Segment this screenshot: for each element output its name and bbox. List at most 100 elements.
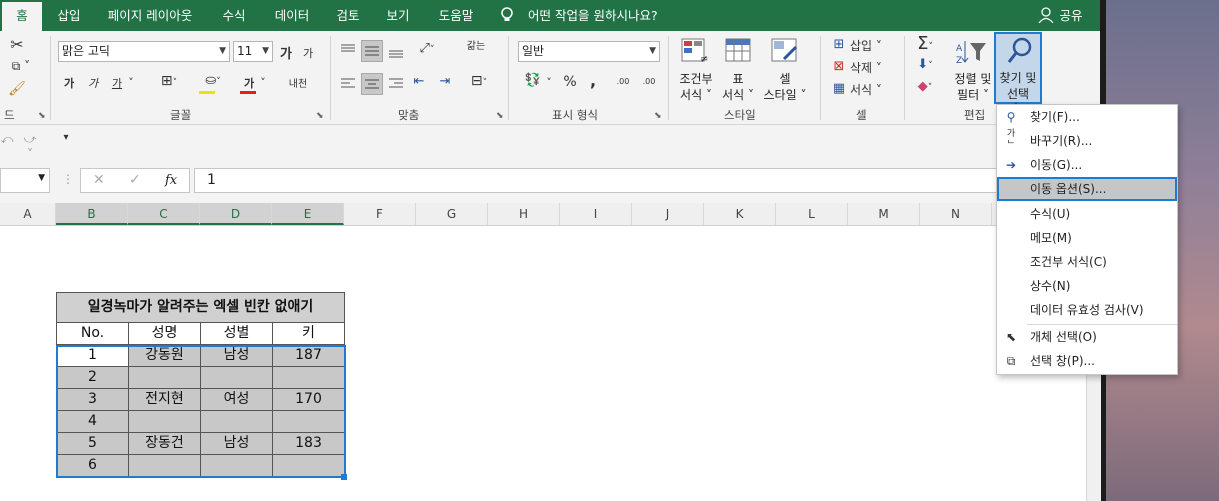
font-size-combo[interactable]: 11 ▼ (233, 41, 273, 62)
find-select-button[interactable]: 찾기 및선택 ˅ (994, 32, 1042, 111)
increase-decimal-button[interactable]: .00 (612, 77, 634, 86)
chevron-down-icon[interactable]: ˅ (258, 76, 268, 89)
increase-indent-icon[interactable]: ⇥ (436, 74, 454, 89)
font-grow-button[interactable]: 가 (278, 43, 294, 62)
tab-home[interactable]: 홈 (2, 2, 42, 31)
cut-icon[interactable]: ✂ (8, 35, 26, 54)
column-header-l[interactable]: L (776, 203, 848, 225)
sort-filter-icon[interactable]: AZ (956, 37, 988, 67)
column-header-i[interactable]: I (560, 203, 632, 225)
clear-icon[interactable]: ◆˅ (912, 79, 938, 94)
decrease-indent-icon[interactable]: ⇤ (410, 74, 428, 89)
table-title[interactable]: 일경녹마가 알려주는 엑셀 빈칸 없애기 (56, 292, 345, 323)
column-header-g[interactable]: G (416, 203, 488, 225)
header-gender[interactable]: 성별 (201, 323, 273, 345)
insert-function-button[interactable]: fx (165, 173, 177, 188)
menu-item-data-validation[interactable]: 데이터 유효성 검사(V) (997, 298, 1177, 322)
column-header-m[interactable]: M (848, 203, 920, 225)
align-bottom-icon[interactable] (388, 43, 404, 59)
number-launcher-icon[interactable]: ⬊ (654, 111, 662, 121)
decrease-decimal-button[interactable]: .00 (638, 77, 660, 86)
menu-item-replace[interactable]: 가ᄂ 바꾸기(R)... (997, 129, 1177, 153)
underline-button[interactable]: 가 (110, 75, 124, 91)
menu-item-goto-special[interactable]: 이동 옵션(S)... (997, 177, 1177, 201)
enter-icon[interactable]: ✓ (129, 172, 141, 188)
wrap-text-button[interactable]: 갊는 (466, 41, 486, 52)
currency-icon[interactable]: 💱 (520, 73, 546, 88)
merge-center-icon[interactable]: ⊟˅ (464, 73, 494, 89)
align-right-icon[interactable] (388, 76, 404, 92)
border-icon[interactable]: ⊞˅ (154, 73, 184, 89)
customize-qat-icon[interactable]: ▾ (60, 132, 72, 143)
delete-cells-button[interactable]: 삭제 ˅ (850, 59, 900, 76)
column-header-n[interactable]: N (920, 203, 992, 225)
comma-button[interactable]: , (588, 71, 598, 90)
format-as-table-label[interactable]: 표 서식 ˅ (718, 71, 758, 103)
menu-item-selection-pane[interactable]: ⧉ 선택 창(P)... (997, 349, 1177, 373)
clipboard-launcher-icon[interactable]: ⬊ (38, 111, 46, 121)
formula-input[interactable]: 1 (194, 168, 1094, 193)
tab-help[interactable]: 도움말 (430, 0, 482, 31)
orientation-icon[interactable]: ⤢˅ (412, 41, 442, 56)
fill-icon[interactable]: ⬇˅ (912, 57, 938, 72)
column-header-b[interactable]: B (56, 203, 128, 225)
percent-button[interactable]: % (562, 74, 578, 90)
fill-color-icon[interactable]: ⛀˅ (198, 73, 228, 88)
column-header-c[interactable]: C (128, 203, 200, 225)
header-no[interactable]: No. (56, 323, 129, 345)
tab-view[interactable]: 보기 (380, 0, 416, 31)
redo-icon[interactable]: ⤻ ˅ (20, 132, 40, 161)
menu-item-formulas[interactable]: 수식(U) (997, 202, 1177, 226)
cell-styles-label[interactable]: 셀 스타일 ˅ (760, 71, 810, 103)
format-painter-icon[interactable]: 🖌 (8, 81, 26, 97)
italic-button[interactable]: 가 (86, 75, 100, 91)
number-format-combo[interactable]: 일반 ▼ (518, 41, 660, 62)
column-header-e[interactable]: E (272, 203, 344, 225)
column-header-j[interactable]: J (632, 203, 704, 225)
align-center-icon[interactable] (361, 73, 383, 95)
align-middle-icon[interactable] (361, 40, 383, 62)
conditional-format-label[interactable]: 조건부 서식 ˅ (676, 71, 716, 103)
column-header-d[interactable]: D (200, 203, 272, 225)
tab-insert[interactable]: 삽입 (52, 0, 86, 31)
format-as-table-icon[interactable] (724, 37, 754, 65)
format-cells-icon[interactable]: ▦ (830, 81, 848, 96)
share-button[interactable]: 공유 (1056, 0, 1086, 31)
format-cells-button[interactable]: 서식 ˅ (850, 81, 900, 98)
delete-cells-icon[interactable]: ⊠ (830, 59, 848, 74)
menu-item-conditional-formatting[interactable]: 조건부 서식(C) (997, 250, 1177, 274)
font-color-button[interactable]: 가 (240, 75, 258, 91)
copy-icon[interactable]: ⧉ ˅ (6, 59, 36, 74)
align-launcher-icon[interactable]: ⬊ (496, 111, 504, 121)
menu-item-select-objects[interactable]: ⬉ 개체 선택(O) (997, 325, 1177, 349)
cancel-icon[interactable]: ✕ (93, 172, 105, 188)
menu-item-comments[interactable]: 메모(M) (997, 226, 1177, 250)
chevron-down-icon[interactable]: ˅ (126, 76, 136, 89)
chevron-down-icon[interactable]: ˅ (544, 76, 554, 89)
tab-page-layout[interactable]: 페이지 레이아웃 (100, 0, 200, 31)
header-name[interactable]: 성명 (129, 323, 201, 345)
column-header-k[interactable]: K (704, 203, 776, 225)
font-launcher-icon[interactable]: ⬊ (316, 111, 324, 121)
font-name-combo[interactable]: 맑은 고딕 ▼ (58, 41, 230, 62)
column-header-f[interactable]: F (344, 203, 416, 225)
header-height[interactable]: 키 (273, 323, 345, 345)
align-left-icon[interactable] (340, 76, 356, 92)
align-top-icon[interactable] (340, 43, 356, 59)
menu-item-constants[interactable]: 상수(N) (997, 274, 1177, 298)
font-shrink-button[interactable]: 가 (300, 45, 316, 61)
fill-handle[interactable] (341, 474, 347, 480)
insert-cells-button[interactable]: 삽입 ˅ (850, 37, 900, 54)
column-header-h[interactable]: H (488, 203, 560, 225)
name-box[interactable]: ▼ (0, 168, 50, 193)
tab-review[interactable]: 검토 (330, 0, 366, 31)
autosum-icon[interactable]: Σ˅ (912, 33, 938, 54)
conditional-format-icon[interactable]: ≠ (680, 37, 710, 65)
bold-button[interactable]: 가 (62, 75, 76, 91)
menu-item-find[interactable]: ⚲ 찾기(F)... (997, 105, 1177, 129)
tab-formulas[interactable]: 수식 (214, 0, 254, 31)
undo-icon[interactable]: ⤺ (0, 132, 14, 147)
tell-me-search[interactable]: 어떤 작업을 원하시나요? (528, 0, 668, 31)
cell-styles-icon[interactable] (770, 37, 800, 65)
phonetic-button[interactable]: 내천 (286, 75, 310, 90)
